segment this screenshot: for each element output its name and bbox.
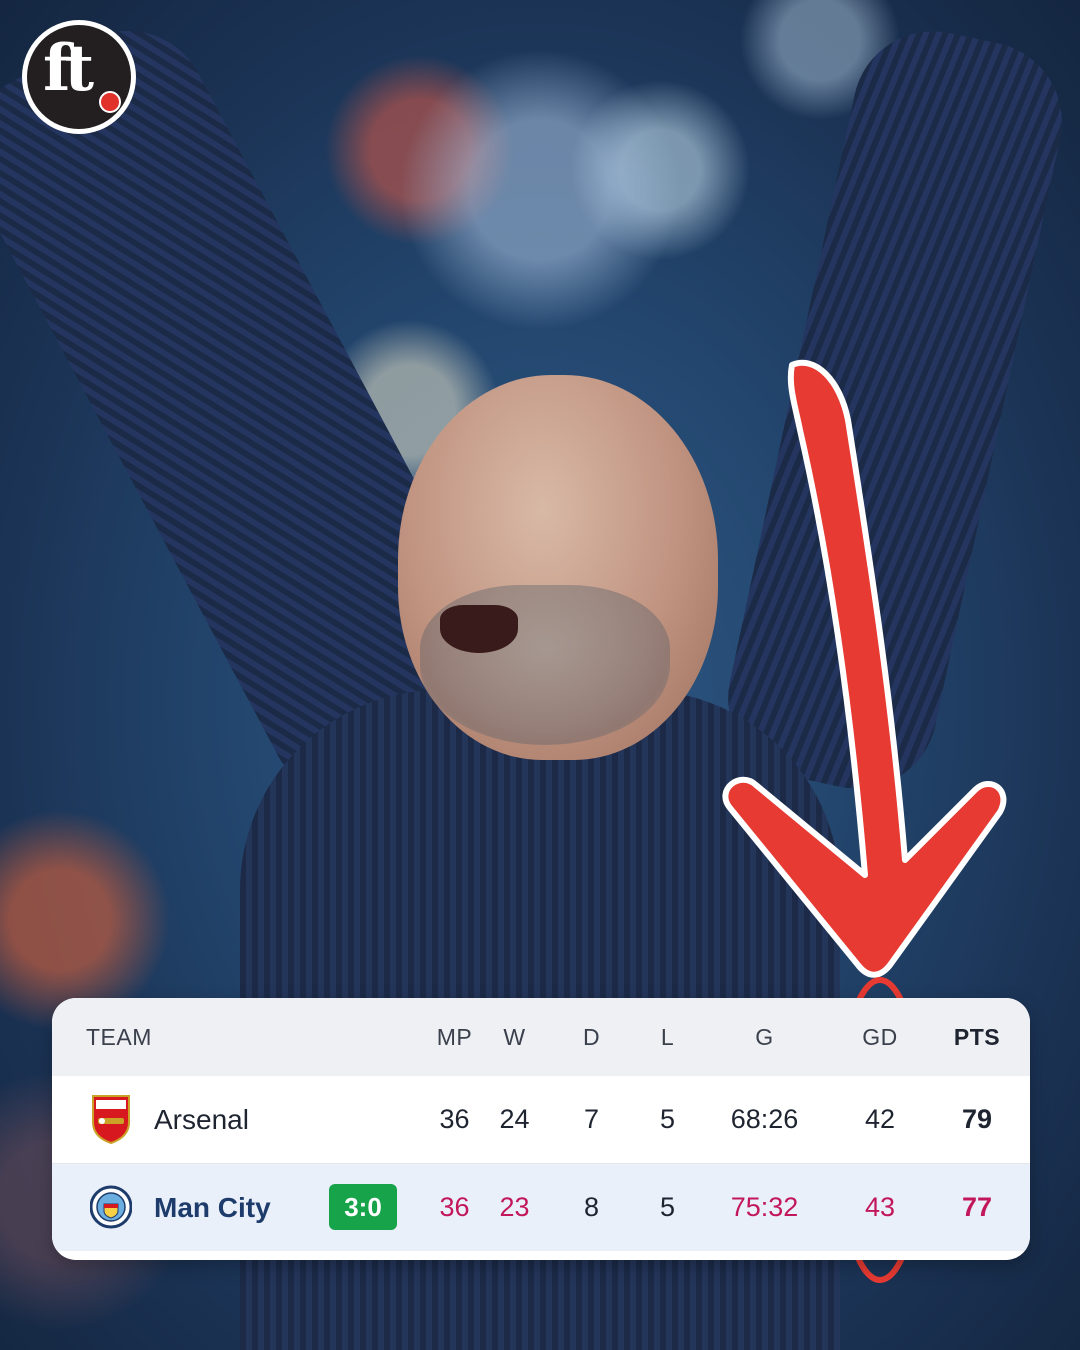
header-pts: PTS	[953, 1023, 1001, 1050]
cell-pts: 79	[961, 1104, 993, 1134]
cell-l: 5	[659, 1104, 676, 1134]
man-city-crest-icon	[90, 1185, 132, 1229]
standings-table: TEAM MP W D L G GD PTS Arsenal 36 24 7 5…	[52, 998, 1030, 1260]
mouth	[440, 605, 518, 653]
arsenal-crest-icon	[92, 1095, 130, 1144]
cell-pts: 77	[961, 1192, 993, 1222]
header-gd: GD	[862, 1023, 898, 1050]
header-team: TEAM	[86, 1023, 152, 1050]
cell-w: 24	[499, 1104, 530, 1134]
header-w: W	[503, 1023, 526, 1050]
cell-d: 7	[583, 1104, 600, 1134]
football-icon	[99, 91, 121, 113]
logo-text: ft	[43, 31, 94, 106]
cell-l: 5	[659, 1192, 676, 1222]
team-name: Man City	[154, 1191, 271, 1223]
cell-gd: 42	[864, 1104, 896, 1134]
cell-gd: 43	[864, 1192, 896, 1222]
live-score-badge: 3:0	[329, 1184, 397, 1230]
table-row[interactable]: Man City 3:0 36 23 8 5 75:32 43 77	[52, 1164, 1030, 1251]
table-row[interactable]: Arsenal 36 24 7 5 68:26 42 79	[52, 1076, 1030, 1164]
cell-w: 23	[499, 1192, 530, 1222]
logo-badge: ft	[27, 25, 131, 129]
brand-logo[interactable]: ft	[22, 20, 136, 134]
table-header: TEAM MP W D L G GD PTS	[52, 998, 1030, 1077]
team-name: Arsenal	[154, 1103, 249, 1135]
header-g: G	[755, 1023, 774, 1050]
cell-g: 68:26	[730, 1104, 799, 1134]
header-l: L	[660, 1023, 675, 1050]
cell-d: 8	[583, 1192, 600, 1222]
cell-g: 75:32	[730, 1192, 799, 1222]
header-d: D	[582, 1023, 601, 1050]
